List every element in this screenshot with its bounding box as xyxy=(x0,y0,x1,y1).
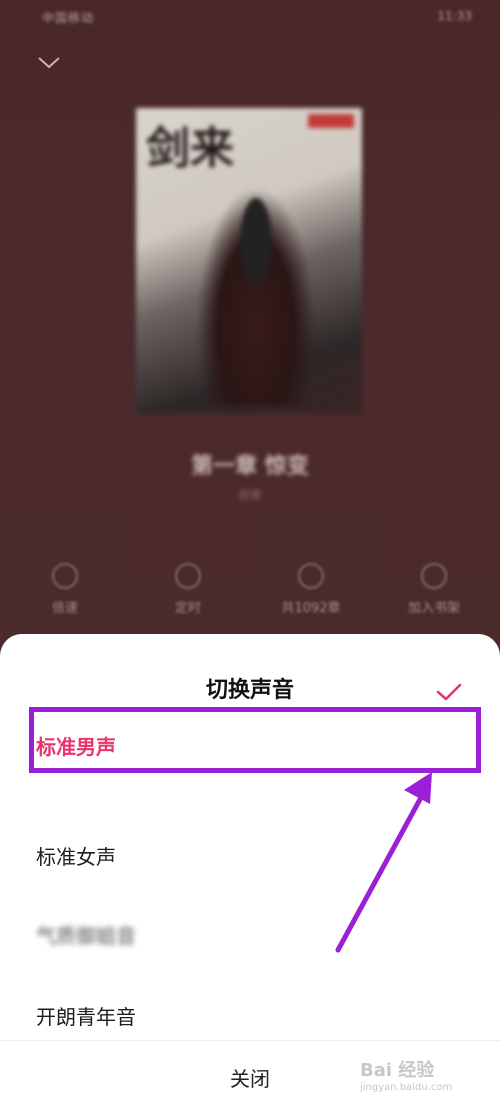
watermark-sub: jingyan.baidu.com xyxy=(360,1082,453,1093)
watermark: Bai 经验 jingyan.baidu.com xyxy=(360,1056,480,1106)
chevron-down-icon[interactable] xyxy=(36,52,62,72)
clock-text: 11:33 xyxy=(437,9,472,23)
player-background: 中国移动 11:33 剑来 第一章 惊变 剑来 倍速 定时 共1092章 加入书… xyxy=(0,0,500,660)
cover-figure xyxy=(196,186,316,406)
bookshelf-label: 加入书架 xyxy=(407,601,460,616)
cover-calligraphy: 剑来 xyxy=(146,123,234,174)
speed-icon xyxy=(52,563,78,589)
sheet-divider xyxy=(0,1040,500,1041)
bookshelf-control[interactable]: 加入书架 xyxy=(384,563,484,616)
bookshelf-icon xyxy=(421,563,447,589)
check-icon xyxy=(436,683,462,701)
watermark-text: Bai 经验 xyxy=(360,1060,435,1081)
speed-label: 倍速 xyxy=(51,601,78,616)
chapter-list-icon xyxy=(298,563,324,589)
chapter-title: 第一章 惊变 xyxy=(191,454,309,479)
speed-control[interactable]: 倍速 xyxy=(15,563,115,616)
chapter-list-label: 共1092章 xyxy=(281,601,341,616)
annotation-highlight-box xyxy=(29,707,481,773)
book-subtitle: 剑来 xyxy=(237,488,262,502)
carrier-text: 中国移动 xyxy=(42,11,95,25)
sheet-title: 切换声音 xyxy=(205,678,294,703)
timer-icon xyxy=(175,563,201,589)
book-cover: 剑来 xyxy=(136,108,362,414)
timer-control[interactable]: 定时 xyxy=(138,563,238,616)
voice-option-cheerful-youth[interactable]: 开朗青年音 xyxy=(36,1001,136,1030)
timer-label: 定时 xyxy=(174,601,201,616)
voice-option-elegant-lady[interactable]: 气质御姐音 xyxy=(36,920,136,949)
status-bar: 中国移动 11:33 xyxy=(0,0,500,34)
voice-option-standard-female[interactable]: 标准女声 xyxy=(36,841,116,870)
chapter-list-control[interactable]: 共1092章 xyxy=(261,563,361,616)
cover-badge xyxy=(308,114,354,128)
